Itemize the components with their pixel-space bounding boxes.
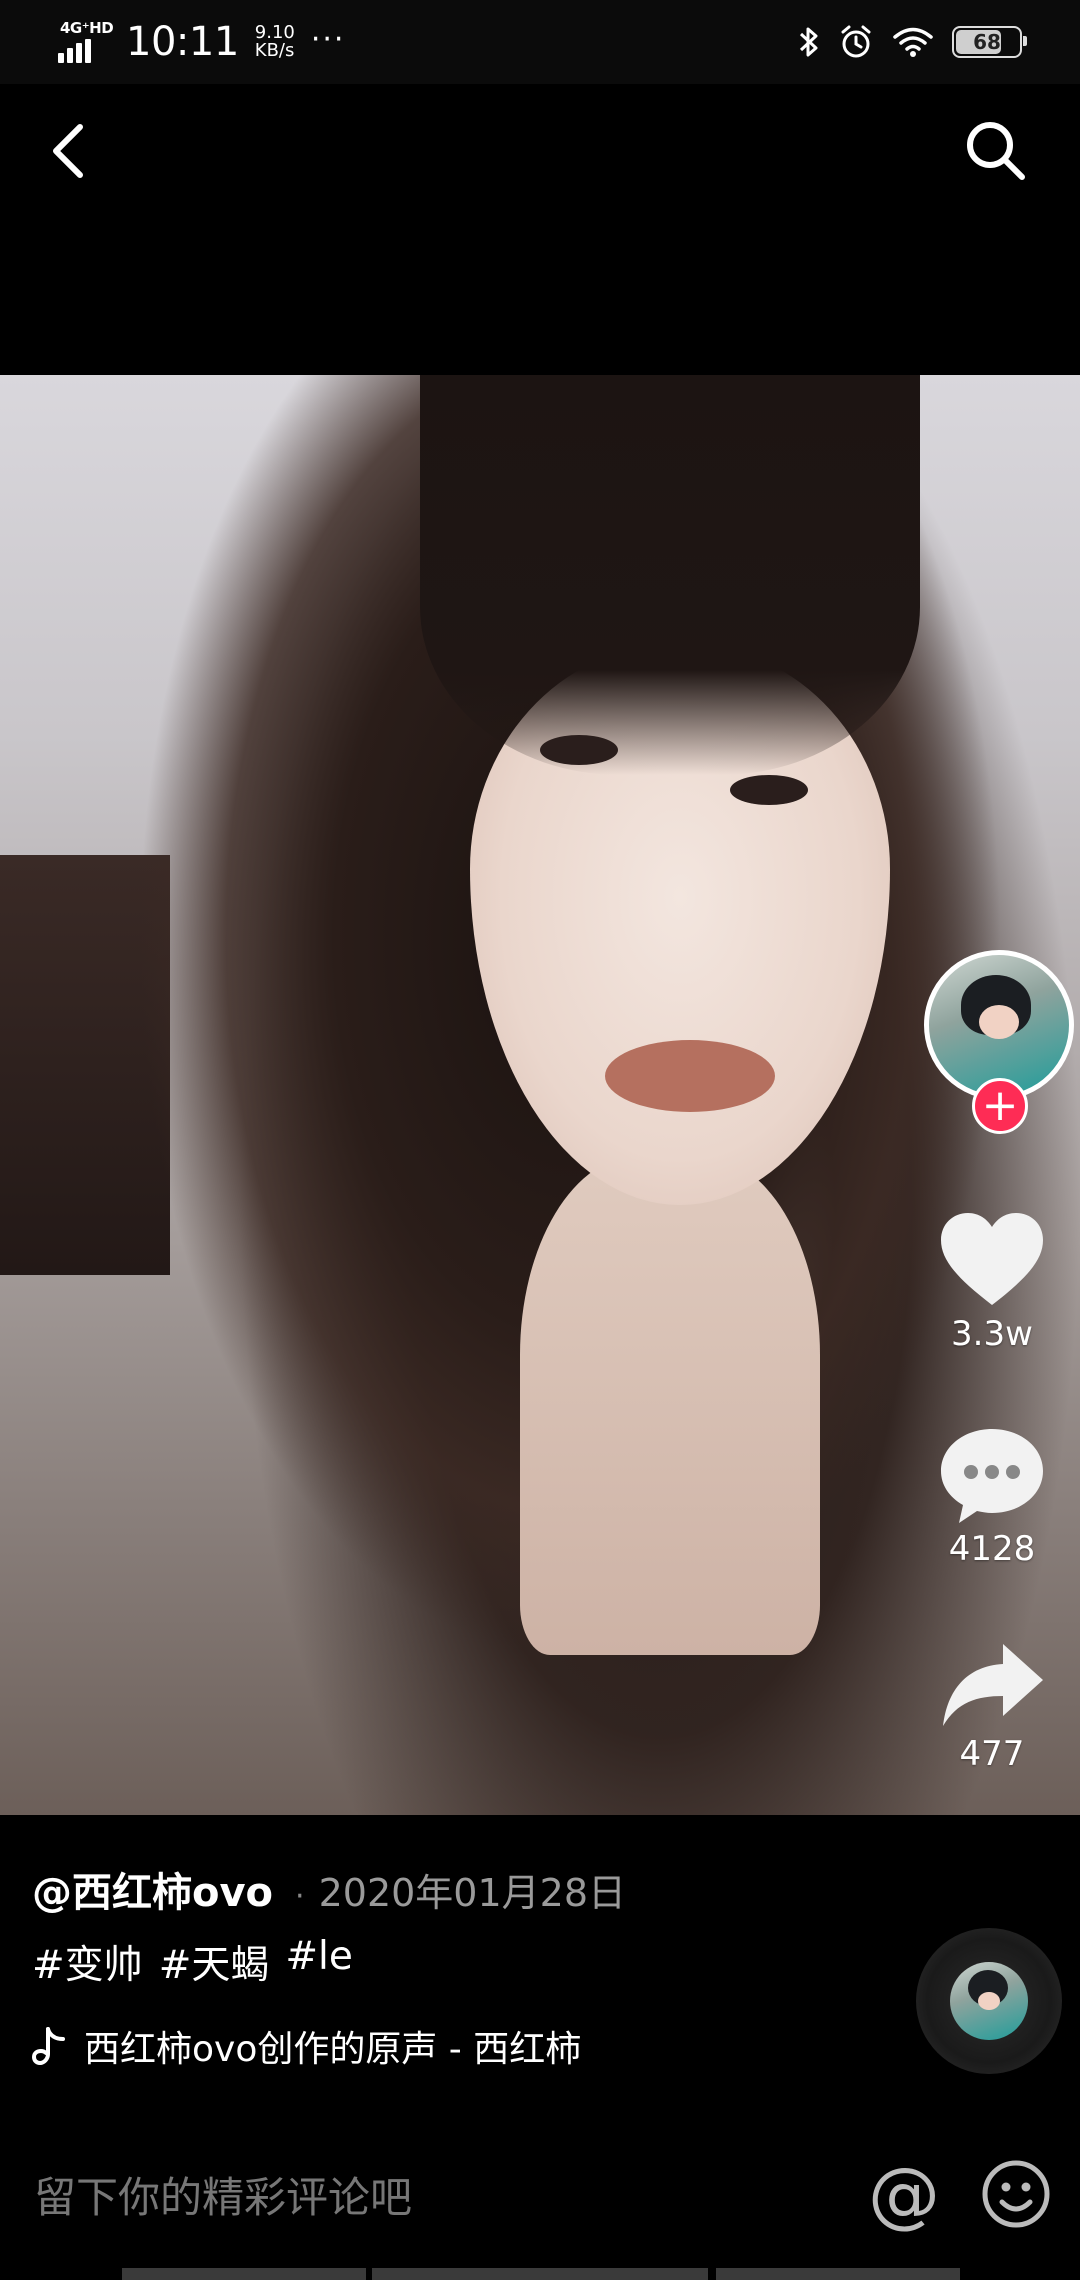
signal-icon: 4G⁺HD bbox=[58, 19, 114, 65]
nav-bar-segment bbox=[716, 2268, 960, 2280]
author-name[interactable]: @西红柿ovo bbox=[32, 1860, 273, 1918]
emoji-icon bbox=[982, 2160, 1050, 2228]
mention-button[interactable]: @ bbox=[864, 2154, 944, 2234]
share-count: 477 bbox=[959, 1734, 1025, 1774]
bluetooth-icon bbox=[799, 27, 818, 57]
comment-input[interactable] bbox=[32, 2158, 816, 2236]
like-button[interactable]: 3.3w bbox=[912, 1210, 1072, 1354]
wifi-icon bbox=[893, 27, 933, 57]
nav-bar-segment bbox=[372, 2268, 708, 2280]
music-note-icon bbox=[32, 2027, 65, 2066]
share-icon bbox=[943, 1644, 1043, 1726]
alarm-icon bbox=[841, 25, 871, 58]
battery-level: 68 bbox=[973, 30, 1001, 54]
video-detail-screen: 4G⁺HD 10:11 9.10 KB/s ··· 68 + 3.3w 4128… bbox=[0, 0, 1080, 2280]
follow-button[interactable]: + bbox=[972, 1078, 1028, 1134]
comment-bar: @ bbox=[0, 2140, 1080, 2260]
network-type: 4G⁺HD bbox=[60, 19, 114, 37]
hashtag-list: #变帅 #天蝎 #le bbox=[32, 1934, 892, 1990]
network-speed: 9.10 KB/s bbox=[254, 22, 295, 61]
comment-button[interactable]: 4128 bbox=[912, 1425, 1072, 1569]
post-info: @西红柿ovo · 2020年01月28日 #变帅 #天蝎 #le 西红柿ovo… bbox=[32, 1860, 892, 2072]
more-notifications-icon: ··· bbox=[310, 21, 346, 57]
clock: 10:11 bbox=[126, 19, 239, 65]
comment-count: 4128 bbox=[948, 1529, 1036, 1569]
back-button[interactable] bbox=[40, 115, 100, 185]
search-icon bbox=[967, 122, 1025, 180]
nav-bar-segment bbox=[122, 2268, 366, 2280]
back-icon bbox=[53, 124, 83, 178]
hashtag[interactable]: #le bbox=[285, 1934, 353, 1990]
music-title: 西红柿ovo创作的原声 - 西红柿 bbox=[84, 2029, 582, 2070]
emoji-button[interactable] bbox=[980, 2158, 1052, 2230]
music-disc[interactable] bbox=[916, 1928, 1062, 2074]
battery-indicator: 68 bbox=[952, 26, 1027, 58]
share-button[interactable]: 477 bbox=[912, 1640, 1072, 1774]
like-count: 3.3w bbox=[951, 1314, 1033, 1354]
post-date: 2020年01月28日 bbox=[318, 1871, 627, 1915]
comment-icon bbox=[941, 1429, 1043, 1523]
video-player[interactable] bbox=[0, 375, 1080, 1815]
heart-icon bbox=[941, 1213, 1043, 1305]
hashtag[interactable]: #变帅 bbox=[32, 1934, 143, 1990]
status-bar: 4G⁺HD 10:11 9.10 KB/s ··· 68 bbox=[0, 0, 1080, 84]
hashtag[interactable]: #天蝎 bbox=[159, 1934, 270, 1990]
music-link[interactable]: 西红柿ovo创作的原声 - 西红柿 bbox=[32, 2020, 892, 2072]
search-button[interactable] bbox=[960, 115, 1030, 185]
